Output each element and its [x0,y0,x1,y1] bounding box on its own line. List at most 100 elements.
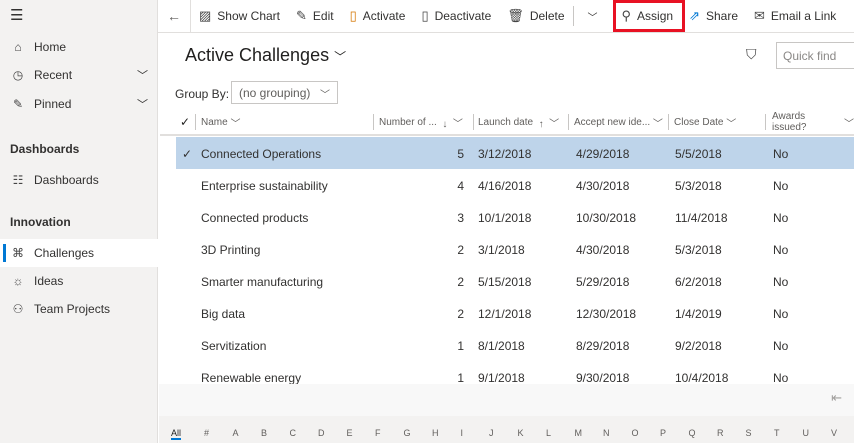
group-by-select[interactable]: (no grouping) ﹀ [231,81,338,104]
alphabet-filter-q[interactable]: Q [689,428,696,438]
sidebar-item-pinned[interactable]: ✎ Pinned ﹀ [0,90,158,118]
back-button[interactable]: ← [158,0,191,33]
section-title: Innovation [10,215,71,229]
edit-button[interactable]: ✎ Edit [288,0,342,33]
cell[interactable]: Enterprise sustainability [201,179,328,193]
alphabet-filter-g[interactable]: G [404,428,411,438]
alphabet-filter-all[interactable]: All [171,428,182,440]
cell: 5/15/2018 [478,275,532,289]
delete-button[interactable]: 🗑 Delete [499,0,572,33]
cell[interactable]: 3D Printing [201,243,260,257]
first-page-icon[interactable]: ⇤ [831,390,842,406]
table-row[interactable]: Big data 2 12/1/2018 12/30/2018 1/4/2019 No [176,297,854,329]
table-row[interactable]: Servitization 1 8/1/2018 8/29/2018 9/2/2018 N… [176,329,854,361]
column-header-awards[interactable]: Awards issued? ﹀ [772,110,854,134]
cell[interactable]: Big data [201,307,245,321]
chevron-down-icon[interactable]: ﹀ [137,67,148,83]
hamburger-icon[interactable]: ☰ [10,6,23,24]
cell[interactable]: Servitization [201,339,266,353]
chart-icon: ▨ [199,8,212,23]
cell: 4 [457,179,464,193]
row-checkbox[interactable]: ✓ [182,147,192,161]
cell: No [773,307,789,321]
cell: 8/1/2018 [478,339,525,353]
cell: 12/30/2018 [576,307,637,321]
deactivate-button[interactable]: ▯ Deactivate [413,0,499,33]
cell: 1 [457,339,464,353]
cell: 9/30/2018 [576,371,630,385]
alphabet-filter-i[interactable]: I [461,428,464,438]
alphabet-filter-c[interactable]: C [290,428,297,438]
cell: 10/1/2018 [478,211,532,225]
alphabet-filter-d[interactable]: D [318,428,325,438]
column-header-close-date[interactable]: Close Date ﹀ [674,110,736,134]
table-row[interactable]: ✓ Connected Operations 5 3/12/2018 4/29/2018… [176,137,854,169]
alphabet-filter-a[interactable]: A [233,428,239,438]
cell[interactable]: Smarter manufacturing [201,275,323,289]
sidebar-item-dashboards[interactable]: ☷ Dashboards [0,166,158,194]
alphabet-filter-o[interactable]: O [632,428,639,438]
cell[interactable]: Connected products [201,211,308,225]
cell: No [773,179,789,193]
alphabet-filter-j[interactable]: J [489,428,494,438]
sidebar-item-recent[interactable]: ◷ Recent ﹀ [0,61,158,89]
filter-icon[interactable]: ⛉ [746,46,757,63]
column-header-number[interactable]: Number of ... ↓ ﹀ [379,110,463,134]
alphabet-filter-t[interactable]: T [774,428,780,438]
table-row[interactable]: Smarter manufacturing 2 5/15/2018 5/29/2018… [176,265,854,297]
quick-find-input[interactable]: Quick find [776,42,854,69]
cell: 2 [457,307,464,321]
email-link-button[interactable]: ✉ Email a Link [746,0,844,33]
lightbulb-icon: ☼ [12,274,24,288]
view-selector[interactable]: Active Challenges ﹀ [185,45,346,66]
table-row[interactable]: Connected products 3 10/1/2018 10/30/2018 11… [176,201,854,233]
divider [765,114,766,130]
divider [473,114,474,130]
sidebar-item-ideas[interactable]: ☼ Ideas [0,267,158,295]
cell: No [773,243,789,257]
cell: 8/29/2018 [576,339,630,353]
sidebar-item-team-projects[interactable]: ⚇ Team Projects [0,295,158,323]
share-button[interactable]: ⇗ Share [681,0,746,33]
section-title: Dashboards [10,142,80,156]
alphabet-filter-n[interactable]: N [603,428,610,438]
alphabet-filter-l[interactable]: L [546,428,551,438]
activate-button[interactable]: ▯ Activate [342,0,414,33]
arrow-left-icon: ← [167,8,181,24]
sidebar-item-home[interactable]: ⌂ Home [0,33,158,61]
column-header-launch-date[interactable]: Launch date ↑ ﹀ [478,110,559,134]
team-icon: ⚇ [12,302,24,316]
cell: 10/30/2018 [576,211,637,225]
alphabet-filter-s[interactable]: S [746,428,752,438]
cell[interactable]: Connected Operations [201,147,321,161]
select-all-checkbox[interactable]: ✓ [180,110,190,134]
cell: 1 [457,371,464,385]
chevron-down-icon[interactable]: ﹀ [137,96,148,112]
trash-icon: 🗑 [507,8,524,23]
alphabet-filter-hash[interactable]: # [204,428,209,438]
share-icon: ⇗ [689,8,700,23]
table-row[interactable]: Enterprise sustainability 4 4/16/2018 4/30/… [176,169,854,201]
alphabet-filter-h[interactable]: H [432,428,439,438]
alphabet-filter-v[interactable]: V [831,428,837,438]
alphabet-filter-r[interactable]: R [717,428,724,438]
column-header-accept[interactable]: Accept new ide... ﹀ [574,110,663,134]
cell: 6/2/2018 [675,275,722,289]
dashboard-icon: ☷ [12,173,24,187]
alphabet-filter-m[interactable]: M [575,428,583,438]
binoculars-icon: ⌘ [12,246,24,260]
table-row[interactable]: 3D Printing 2 3/1/2018 4/30/2018 5/3/2018 No [176,233,854,265]
alphabet-filter-e[interactable]: E [347,428,353,438]
show-chart-button[interactable]: ▨ Show Chart [191,0,288,33]
alphabet-filter-k[interactable]: K [518,428,524,438]
more-commands-button[interactable]: ﹀ [574,0,612,33]
column-header-name[interactable]: Name ﹀ [201,110,240,134]
alphabet-filter-f[interactable]: F [375,428,381,438]
sidebar-item-challenges[interactable]: ⌘ Challenges [0,239,158,267]
document-icon: ▯ [349,8,357,23]
cell[interactable]: Renewable energy [201,371,301,385]
alphabet-filter-u[interactable]: U [803,428,810,438]
alphabet-filter-p[interactable]: P [660,428,666,438]
cell: 2 [457,275,464,289]
alphabet-filter-b[interactable]: B [261,428,267,438]
